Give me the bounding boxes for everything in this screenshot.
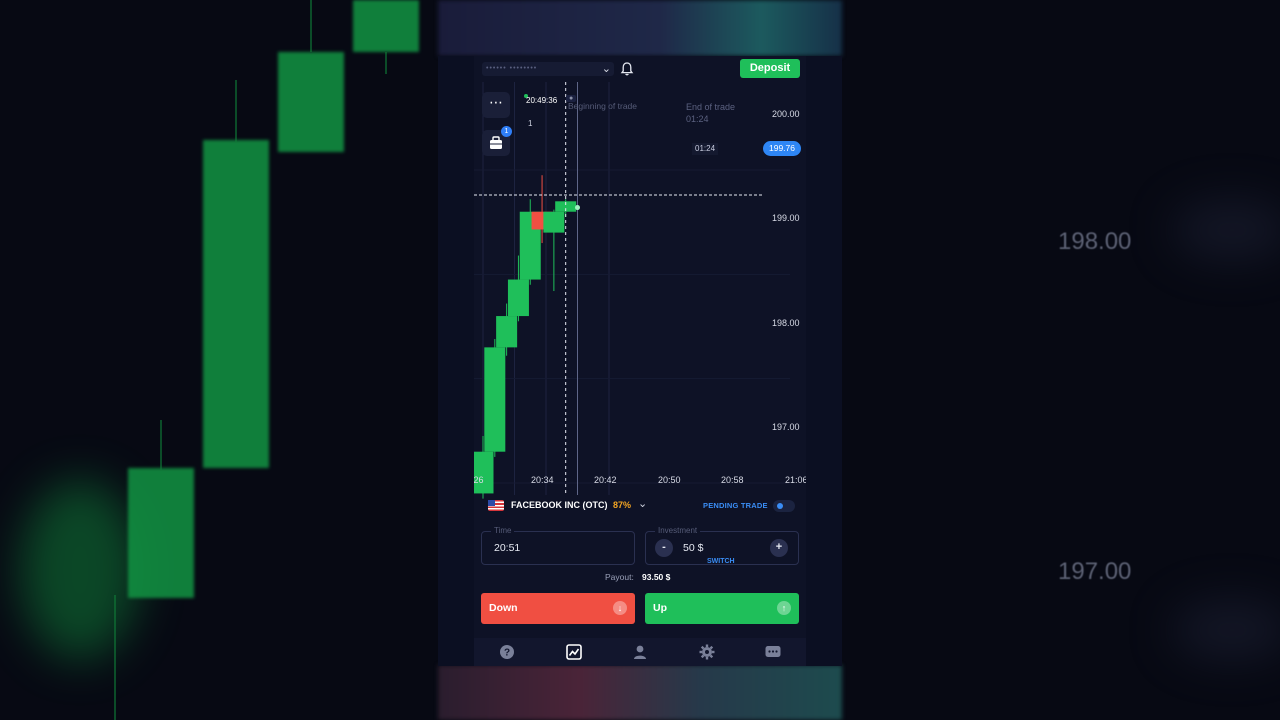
us-flag-icon bbox=[488, 500, 504, 511]
arrow-up-icon: ↑ bbox=[777, 601, 791, 615]
down-button-label: Down bbox=[489, 602, 518, 614]
background-haze bbox=[20, 480, 140, 660]
trading-app: •••••• •••••••• ⌄ Deposit ⋯ 1 20:49:36 ●… bbox=[474, 56, 806, 666]
settings-icon[interactable] bbox=[698, 643, 716, 661]
chevron-down-icon: ⌄ bbox=[601, 63, 611, 75]
y-axis-label: 199.00 bbox=[772, 213, 800, 223]
time-field-label: Time bbox=[491, 526, 515, 535]
pending-trade-label: PENDING TRADE bbox=[703, 501, 768, 510]
bell-icon[interactable] bbox=[620, 61, 634, 77]
up-button[interactable]: Up ↑ bbox=[645, 593, 799, 624]
price-chart[interactable] bbox=[474, 82, 806, 522]
background-bottom-strip bbox=[438, 665, 842, 720]
more-dots-icon: ⋯ bbox=[489, 94, 503, 110]
trade-open-time: 20:49:36 bbox=[526, 96, 558, 105]
y-axis-label: 197.00 bbox=[772, 422, 800, 432]
x-axis-label: 20:50 bbox=[658, 475, 681, 485]
time-field-value: 20:51 bbox=[494, 542, 521, 554]
background-candle bbox=[128, 468, 194, 598]
pending-trade-toggle[interactable] bbox=[773, 500, 795, 512]
time-field[interactable]: Time 20:51 bbox=[481, 526, 635, 565]
top-bar: •••••• •••••••• ⌄ Deposit bbox=[474, 56, 806, 82]
background-candle bbox=[278, 52, 344, 152]
background-side-left bbox=[438, 56, 474, 666]
account-number-masked: •••••• •••••••• bbox=[486, 65, 538, 72]
end-of-trade-label: End of trade bbox=[686, 102, 736, 112]
background-candle bbox=[203, 140, 269, 468]
deposit-button[interactable]: Deposit bbox=[740, 59, 800, 78]
background-haze bbox=[1172, 200, 1280, 260]
down-button[interactable]: Down ↓ bbox=[481, 593, 635, 624]
background-wick bbox=[160, 420, 162, 470]
account-selector[interactable]: •••••• •••••••• ⌄ bbox=[482, 62, 614, 76]
background-side-right bbox=[806, 56, 842, 666]
trades-count-badge: 1 bbox=[501, 126, 512, 137]
help-icon[interactable]: ? bbox=[498, 643, 516, 661]
x-axis-label: 20:34 bbox=[531, 475, 554, 485]
y-axis-label: 200.00 bbox=[772, 109, 800, 119]
background-right-panel: 198.00 197.00 bbox=[842, 0, 1280, 720]
open-trades-count: 1 bbox=[528, 119, 533, 128]
asset-payout-percent: 87% bbox=[613, 500, 632, 510]
payout-label: Payout: bbox=[605, 572, 634, 582]
background-wick bbox=[310, 0, 312, 52]
x-axis-label: 21:06 bbox=[785, 475, 806, 485]
candle-body bbox=[496, 316, 518, 348]
trade-entry-dot bbox=[558, 204, 565, 211]
x-axis-label: 20:26 bbox=[474, 475, 484, 485]
chevron-down-icon: ⌄ bbox=[638, 498, 648, 510]
background-wick bbox=[385, 52, 387, 74]
background-wick bbox=[235, 80, 237, 142]
end-of-trade-time: 01:24 bbox=[686, 114, 709, 124]
candle-body bbox=[507, 279, 529, 317]
candle-body bbox=[484, 347, 506, 452]
decrease-investment-button[interactable]: - bbox=[655, 539, 673, 557]
background-left-panel bbox=[0, 0, 438, 720]
background-top-strip bbox=[438, 0, 842, 56]
bottom-nav: ? bbox=[474, 638, 806, 666]
asset-selector[interactable]: FACEBOOK INC (OTC) 87% ⌄ PENDING TRADE bbox=[474, 495, 806, 517]
switch-link[interactable]: SWITCH bbox=[707, 558, 735, 565]
increase-investment-button[interactable]: + bbox=[770, 539, 788, 557]
candle-body bbox=[543, 211, 565, 233]
candle-body bbox=[474, 451, 494, 494]
candlestick-chart bbox=[474, 82, 790, 499]
investment-field-label: Investment bbox=[655, 526, 701, 535]
investment-value: 50 $ bbox=[683, 542, 704, 554]
more-menu-button[interactable]: ⋯ bbox=[482, 92, 510, 118]
arrow-down-icon: ↓ bbox=[613, 601, 627, 615]
trade-countdown: 01:24 bbox=[692, 143, 719, 155]
y-axis-label: 198.00 bbox=[772, 318, 800, 328]
background-wick bbox=[114, 595, 116, 720]
background-price-label: 197.00 bbox=[1058, 558, 1132, 585]
asset-name: FACEBOOK INC (OTC) bbox=[511, 500, 608, 510]
profile-icon[interactable] bbox=[631, 643, 649, 661]
background-candle bbox=[353, 0, 419, 52]
trade-exit-dot bbox=[575, 205, 580, 211]
x-axis-label: 20:42 bbox=[594, 475, 617, 485]
background-price-label: 198.00 bbox=[1058, 228, 1132, 255]
up-button-label: Up bbox=[653, 602, 667, 614]
payout-value: 93.50 $ bbox=[642, 572, 671, 582]
svg-text:?: ? bbox=[504, 648, 510, 659]
chat-icon[interactable] bbox=[764, 643, 782, 661]
chart-icon[interactable] bbox=[565, 643, 583, 661]
background-haze bbox=[1172, 600, 1280, 660]
current-price-tag: 199.76 bbox=[763, 141, 801, 156]
x-axis-label: 20:58 bbox=[721, 475, 744, 485]
beginning-of-trade-label: Beginning of trade bbox=[568, 101, 637, 111]
